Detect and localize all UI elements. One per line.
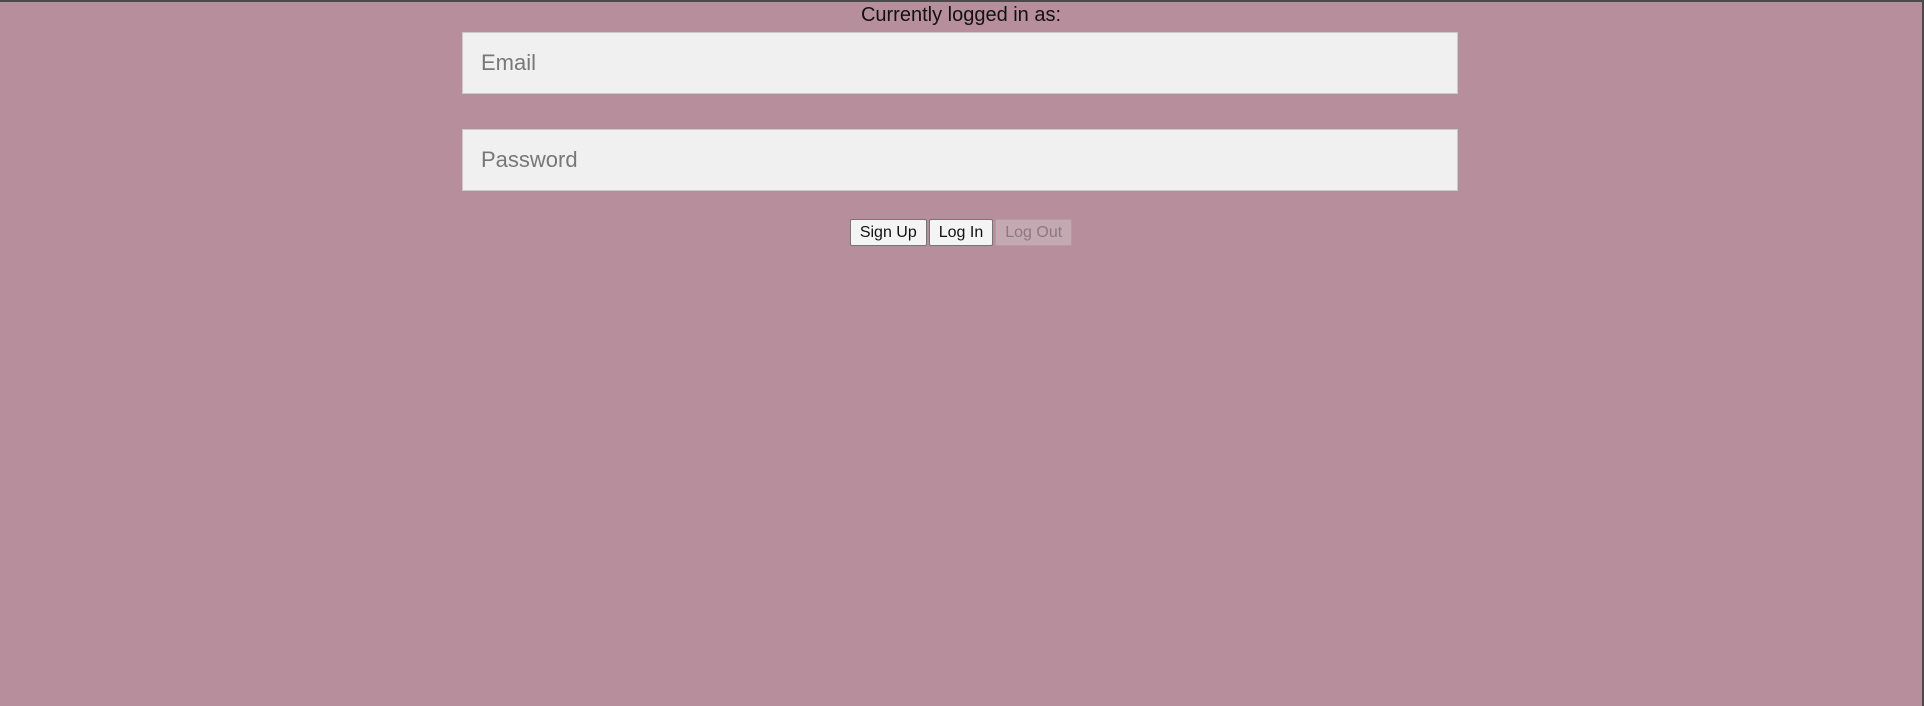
- auth-button-group: Sign Up Log In Log Out: [0, 219, 1922, 246]
- log-out-button[interactable]: Log Out: [995, 219, 1073, 246]
- log-in-button[interactable]: Log In: [928, 219, 994, 246]
- email-field[interactable]: [462, 32, 1458, 94]
- password-field[interactable]: [462, 129, 1458, 191]
- login-status-text: Currently logged in as:: [860, 4, 1062, 26]
- sign-up-button[interactable]: Sign Up: [849, 219, 927, 246]
- window-top-border: [0, 0, 1924, 2]
